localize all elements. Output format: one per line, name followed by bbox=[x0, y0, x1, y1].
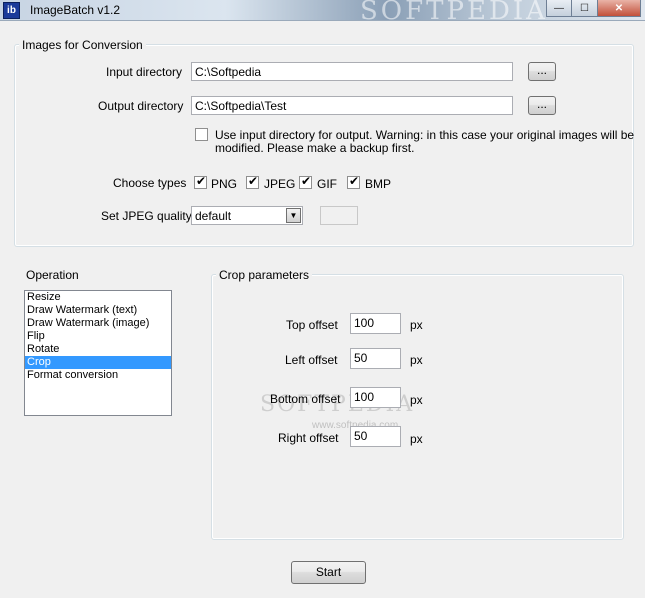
operation-label: Operation bbox=[26, 268, 79, 282]
bmp-checkbox[interactable]: ✔ bbox=[347, 174, 360, 189]
close-button[interactable]: ✕ bbox=[598, 0, 641, 17]
top-offset-unit: px bbox=[410, 318, 423, 332]
input-directory-label: Input directory bbox=[106, 65, 183, 79]
jpeg-quality-label: Set JPEG quality bbox=[101, 209, 192, 223]
jpeg-quality-custom-field bbox=[320, 206, 358, 225]
gif-label: GIF bbox=[317, 177, 337, 191]
list-item-selected[interactable]: Crop bbox=[25, 356, 171, 369]
maximize-button[interactable]: ☐ bbox=[572, 0, 598, 17]
operation-list[interactable]: Resize Draw Watermark (text) Draw Waterm… bbox=[24, 290, 172, 416]
choose-types-label: Choose types bbox=[113, 176, 187, 190]
list-item[interactable]: Rotate bbox=[25, 343, 171, 356]
images-group-title: Images for Conversion bbox=[19, 38, 146, 52]
list-item[interactable]: Draw Watermark (text) bbox=[25, 304, 171, 317]
use-input-dir-checkbox[interactable] bbox=[195, 128, 208, 141]
list-item[interactable]: Format conversion bbox=[25, 369, 171, 382]
jpeg-quality-value: default bbox=[195, 209, 232, 223]
use-input-dir-text-1: Use input directory for output. Warning:… bbox=[215, 128, 635, 142]
jpeg-label: JPEG bbox=[264, 177, 296, 191]
input-browse-button[interactable]: ... bbox=[528, 62, 556, 81]
jpeg-quality-select[interactable]: default ▼ bbox=[191, 206, 303, 225]
window-controls: — ☐ ✕ bbox=[546, 0, 641, 17]
chevron-down-icon[interactable]: ▼ bbox=[286, 208, 301, 223]
right-offset-field[interactable]: 50 bbox=[350, 426, 401, 447]
list-item[interactable]: Draw Watermark (image) bbox=[25, 317, 171, 330]
input-directory-field[interactable]: C:\Softpedia bbox=[191, 62, 513, 81]
use-input-dir-text-2: modified. Please make a backup first. bbox=[215, 141, 415, 155]
top-offset-field[interactable]: 100 bbox=[350, 313, 401, 334]
minimize-button[interactable]: — bbox=[546, 0, 572, 17]
output-directory-field[interactable]: C:\Softpedia\Test bbox=[191, 96, 513, 115]
left-offset-label: Left offset bbox=[285, 353, 338, 367]
right-offset-unit: px bbox=[410, 432, 423, 446]
output-directory-label: Output directory bbox=[98, 99, 184, 113]
right-offset-label: Right offset bbox=[278, 431, 339, 445]
png-checkbox[interactable]: ✔ bbox=[194, 174, 207, 189]
list-item[interactable]: Resize bbox=[25, 291, 171, 304]
left-offset-field[interactable]: 50 bbox=[350, 348, 401, 369]
bmp-label: BMP bbox=[365, 177, 392, 191]
png-label: PNG bbox=[211, 177, 238, 191]
app-icon: ib bbox=[3, 2, 20, 19]
crop-parameters-title: Crop parameters bbox=[216, 268, 313, 282]
bottom-offset-unit: px bbox=[410, 393, 423, 407]
output-browse-button[interactable]: ... bbox=[528, 96, 556, 115]
title-watermark: SOFTPEDIA bbox=[360, 0, 548, 26]
checkmark-icon: ✔ bbox=[301, 174, 312, 188]
checkmark-icon: ✔ bbox=[196, 174, 207, 188]
list-item[interactable]: Flip bbox=[25, 330, 171, 343]
jpeg-checkbox[interactable]: ✔ bbox=[246, 174, 259, 189]
bottom-offset-label: Bottom offset bbox=[270, 392, 341, 406]
checkmark-icon: ✔ bbox=[248, 174, 259, 188]
top-offset-label: Top offset bbox=[286, 318, 338, 332]
window-title: ImageBatch v1.2 bbox=[30, 3, 121, 17]
left-offset-unit: px bbox=[410, 353, 423, 367]
start-button[interactable]: Start bbox=[291, 561, 366, 584]
title-bar: ib ImageBatch v1.2 SOFTPEDIA — ☐ ✕ bbox=[0, 0, 645, 26]
checkmark-icon: ✔ bbox=[349, 174, 360, 188]
gif-checkbox[interactable]: ✔ bbox=[299, 174, 312, 189]
bottom-offset-field[interactable]: 100 bbox=[350, 387, 401, 408]
